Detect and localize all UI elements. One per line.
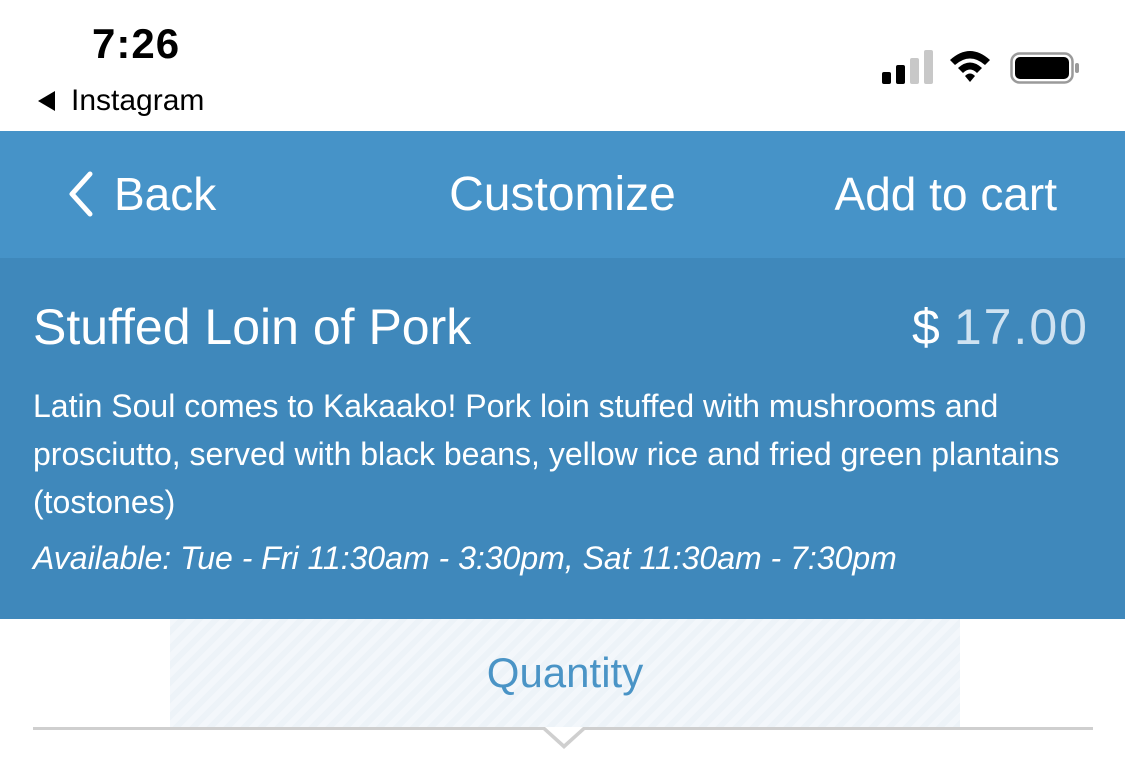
quantity-label: Quantity xyxy=(486,649,644,696)
tab-pointer-fill xyxy=(545,727,583,744)
status-bar: 7:26 Instagram xyxy=(0,0,1125,131)
back-to-app-link[interactable]: Instagram xyxy=(38,84,204,118)
price-amount: 17.00 xyxy=(953,299,1089,355)
back-app-label: Instagram xyxy=(71,84,205,117)
price-currency: $ xyxy=(912,299,940,355)
customize-screen: 7:26 Instagram Back Customize Add to car… xyxy=(0,0,1125,760)
item-header: Stuffed Loin of Pork $17.00 Latin Soul c… xyxy=(0,258,1125,619)
item-availability: Available: Tue - Fri 11:30am - 3:30pm, S… xyxy=(33,540,897,576)
item-price: $17.00 xyxy=(912,298,1094,356)
chevron-left-icon xyxy=(69,171,93,217)
item-name: Stuffed Loin of Pork xyxy=(33,299,472,355)
battery-icon xyxy=(1010,52,1079,84)
cellular-signal-icon xyxy=(882,50,936,84)
status-clock: 7:26 xyxy=(92,20,181,67)
back-button-label: Back xyxy=(114,168,217,220)
back-button[interactable]: Back xyxy=(66,167,216,221)
back-triangle-icon xyxy=(38,91,55,111)
item-description: Latin Soul comes to Kakaako! Pork loin s… xyxy=(33,388,1060,520)
add-to-cart-button[interactable]: Add to cart xyxy=(835,167,1057,221)
quantity-section: Quantity xyxy=(0,619,1125,760)
quantity-tab[interactable]: Quantity xyxy=(170,619,960,728)
wifi-icon xyxy=(950,51,990,82)
navigation-bar: Back Customize Add to cart xyxy=(0,131,1125,258)
